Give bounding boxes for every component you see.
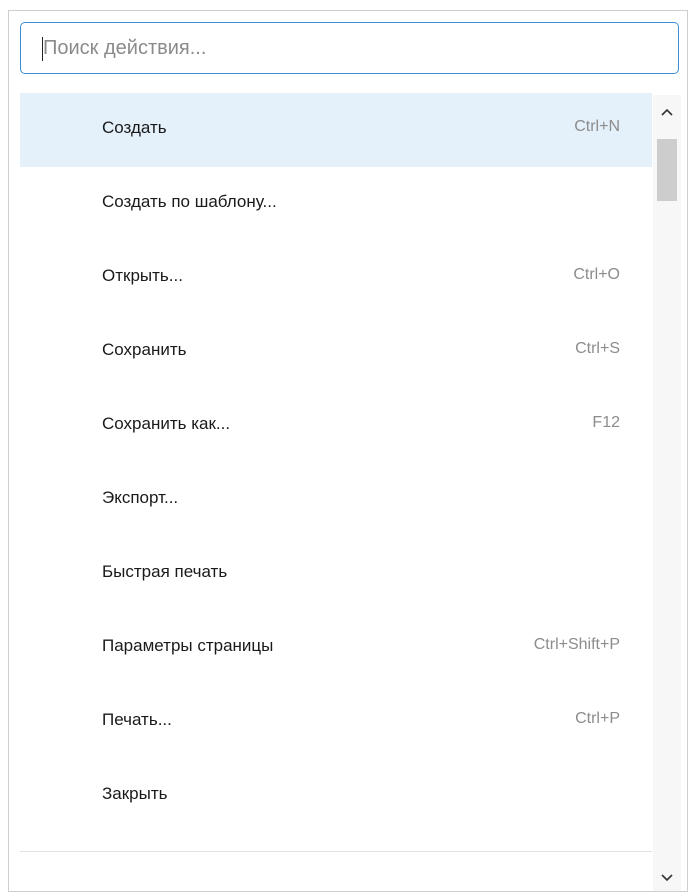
search-box[interactable] <box>20 22 679 74</box>
action-label: Открыть... <box>102 266 183 285</box>
action-list: Создать Ctrl+N Создать по шаблону... Отк… <box>20 93 652 833</box>
action-shortcut: Ctrl+P <box>575 710 620 727</box>
action-label: Закрыть <box>102 784 168 803</box>
chevron-up-icon <box>661 108 673 116</box>
action-item-print[interactable]: Печать... Ctrl+P <box>20 685 652 759</box>
vertical-scrollbar[interactable] <box>653 95 681 891</box>
scroll-thumb[interactable] <box>657 139 677 201</box>
search-input[interactable] <box>43 23 663 73</box>
action-item-export[interactable]: Экспорт... <box>20 463 652 537</box>
action-item-save-as[interactable]: Сохранить как... F12 <box>20 389 652 463</box>
chevron-down-icon <box>661 874 673 882</box>
scroll-up-button[interactable] <box>653 99 681 125</box>
action-item-open[interactable]: Открыть... Ctrl+O <box>20 241 652 315</box>
action-item-page-setup[interactable]: Параметры страницы Ctrl+Shift+P <box>20 611 652 685</box>
action-item-close[interactable]: Закрыть <box>20 759 652 833</box>
action-label: Быстрая печать <box>102 562 228 581</box>
action-label: Параметры страницы <box>102 636 274 655</box>
action-shortcut: Ctrl+S <box>575 340 620 357</box>
action-item-save[interactable]: Сохранить Ctrl+S <box>20 315 652 389</box>
action-item-create-from-template[interactable]: Создать по шаблону... <box>20 167 652 241</box>
action-shortcut: Ctrl+Shift+P <box>533 636 620 653</box>
action-label: Экспорт... <box>102 488 179 507</box>
action-item-quick-print[interactable]: Быстрая печать <box>20 537 652 611</box>
action-label: Создать по шаблону... <box>102 192 277 211</box>
action-shortcut: Ctrl+O <box>573 266 620 283</box>
action-shortcut: F12 <box>592 414 620 431</box>
action-search-popup: Создать Ctrl+N Создать по шаблону... Отк… <box>8 10 688 892</box>
action-item-create[interactable]: Создать Ctrl+N <box>20 93 652 167</box>
action-label: Сохранить <box>102 340 187 359</box>
action-shortcut: Ctrl+N <box>574 118 620 135</box>
list-divider <box>20 851 652 852</box>
action-label: Сохранить как... <box>102 414 231 433</box>
scroll-down-button[interactable] <box>653 865 681 891</box>
action-label: Создать <box>102 118 167 137</box>
action-label: Печать... <box>102 710 172 729</box>
